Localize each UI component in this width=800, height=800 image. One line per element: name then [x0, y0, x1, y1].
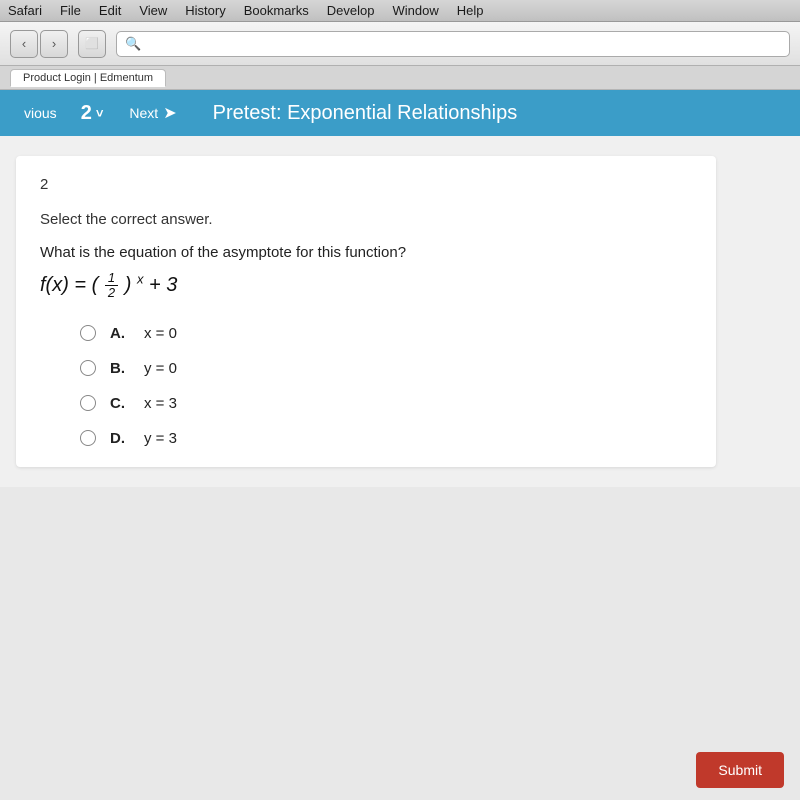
question-number-badge: 2: [40, 176, 692, 193]
question-card: 2 Select the correct answer. What is the…: [16, 156, 716, 467]
tab-bar: Product Login | Edmentum: [0, 66, 800, 90]
answer-options: A. x = 0 B. y = 0 C. x = 3 D. y = 3: [40, 325, 692, 447]
question-number-selector[interactable]: 2 ˅: [71, 102, 114, 125]
option-d-value: y = 3: [144, 430, 177, 447]
menu-bar: Safari File Edit View History Bookmarks …: [0, 0, 800, 22]
radio-a[interactable]: [80, 325, 96, 341]
option-c-label: C.: [110, 395, 130, 412]
menu-help[interactable]: Help: [457, 3, 484, 18]
menu-safari[interactable]: Safari: [8, 3, 42, 18]
radio-b[interactable]: [80, 360, 96, 376]
menu-window[interactable]: Window: [392, 3, 438, 18]
toolbar: ‹ › ⬜ 🔍: [0, 22, 800, 66]
tab-overview-button[interactable]: ⬜: [78, 30, 106, 58]
fraction-half: 1 2: [105, 271, 118, 301]
back-button[interactable]: ‹: [10, 30, 38, 58]
radio-c[interactable]: [80, 395, 96, 411]
pretest-title: Pretest: Exponential Relationships: [193, 102, 800, 125]
submit-button[interactable]: Submit: [696, 752, 784, 788]
nav-buttons: ‹ ›: [10, 30, 68, 58]
menu-bookmarks[interactable]: Bookmarks: [244, 3, 309, 18]
next-arrow-icon: ➤: [163, 103, 176, 123]
function-display: f(x) = ( 1 2 ) x + 3: [40, 271, 692, 301]
option-b-label: B.: [110, 360, 130, 377]
menu-file[interactable]: File: [60, 3, 81, 18]
forward-button[interactable]: ›: [40, 30, 68, 58]
option-d-label: D.: [110, 430, 130, 447]
instruction-text: Select the correct answer.: [40, 211, 692, 228]
menu-history[interactable]: History: [185, 3, 225, 18]
option-b-value: y = 0: [144, 360, 177, 377]
menu-view[interactable]: View: [139, 3, 167, 18]
question-text: What is the equation of the asymptote fo…: [40, 244, 692, 261]
option-c-value: x = 3: [144, 395, 177, 412]
main-content: 2 Select the correct answer. What is the…: [0, 136, 800, 487]
chevron-down-icon: ˅: [96, 106, 104, 121]
option-a-label: A.: [110, 325, 130, 342]
next-button[interactable]: Next ➤: [113, 103, 192, 123]
prev-button[interactable]: vious: [10, 105, 71, 121]
option-c[interactable]: C. x = 3: [80, 395, 692, 412]
bottom-bar: Submit: [680, 740, 800, 800]
menu-edit[interactable]: Edit: [99, 3, 121, 18]
option-a[interactable]: A. x = 0: [80, 325, 692, 342]
edmentum-nav: vious 2 ˅ Next ➤ Pretest: Exponential Re…: [0, 90, 800, 136]
option-b[interactable]: B. y = 0: [80, 360, 692, 377]
search-icon: 🔍: [125, 36, 141, 52]
option-d[interactable]: D. y = 3: [80, 430, 692, 447]
tab-label[interactable]: Product Login | Edmentum: [10, 69, 166, 87]
exponent-x: x: [137, 271, 144, 286]
menu-develop[interactable]: Develop: [327, 3, 375, 18]
radio-d[interactable]: [80, 430, 96, 446]
address-bar[interactable]: 🔍: [116, 31, 790, 57]
option-a-value: x = 0: [144, 325, 177, 342]
